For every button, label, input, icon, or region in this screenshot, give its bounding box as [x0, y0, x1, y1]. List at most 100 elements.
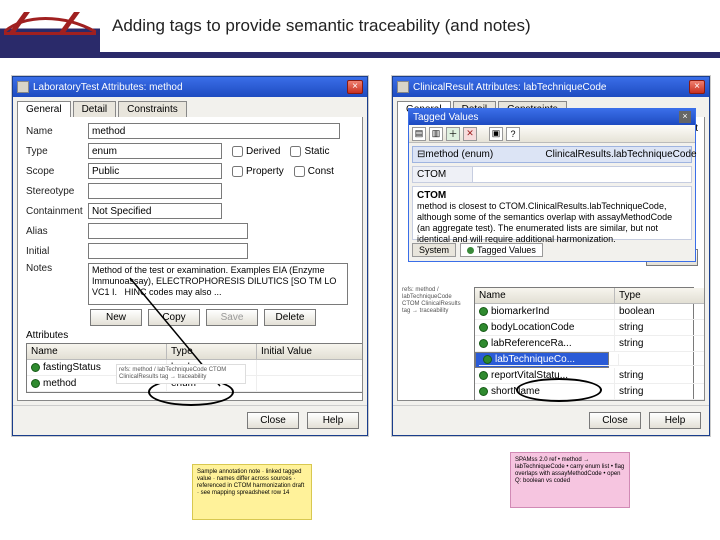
- copy-button[interactable]: Copy: [148, 309, 200, 326]
- property-check[interactable]: [232, 166, 243, 177]
- left-titlebar: LaboratoryTest Attributes: method ×: [13, 77, 367, 97]
- background-text: refs: method / labTechniqueCode CTOM Cli…: [116, 364, 246, 384]
- delete-icon[interactable]: ✕: [463, 127, 477, 141]
- save-button[interactable]: Save: [206, 309, 258, 326]
- help-button[interactable]: Help: [307, 412, 359, 429]
- type-label: Type: [26, 146, 88, 157]
- attribute-icon: [31, 379, 40, 388]
- cell-type: string: [615, 368, 705, 384]
- add-icon[interactable]: ＋: [446, 127, 460, 141]
- cell-name: labReferenceRa...: [491, 338, 572, 349]
- group-target: ClinicalResults.labTechniqueCode: [545, 149, 696, 160]
- toolbar-icon[interactable]: ▣: [489, 127, 503, 141]
- table-row-selected[interactable]: labTechniqueCo... string: [475, 352, 609, 368]
- cell-type: string: [619, 354, 705, 366]
- close-icon[interactable]: ×: [679, 111, 691, 123]
- containment-label: Containment: [26, 206, 88, 217]
- note-head: CTOM: [417, 190, 446, 201]
- left-title-text: LaboratoryTest Attributes: method: [33, 82, 183, 93]
- close-icon[interactable]: ×: [689, 80, 705, 94]
- cell-type: string: [615, 320, 705, 336]
- containment-select[interactable]: [88, 203, 222, 219]
- cell-name: labTechniqueCo...: [495, 354, 575, 365]
- tab-system[interactable]: System: [412, 243, 456, 257]
- left-panel: Name Type Derived Static Scope Property …: [17, 117, 363, 401]
- tab-constraints[interactable]: Constraints: [118, 101, 187, 117]
- slide-header: Adding tags to provide semantic traceabi…: [0, 0, 720, 58]
- left-tabs: General Detail Constraints: [13, 97, 367, 117]
- derived-label: Derived: [246, 146, 280, 157]
- cell-initial: [257, 376, 363, 392]
- bridge-icon: [4, 4, 96, 48]
- right-footer: Close Help: [393, 405, 709, 435]
- alias-label: Alias: [26, 226, 88, 237]
- sticky-note-pink: SPAMss 2.0 ref • method → labTechniqueCo…: [510, 452, 630, 508]
- cell-name: fastingStatus: [43, 362, 101, 373]
- attribute-icon: [479, 339, 488, 348]
- help-icon[interactable]: ?: [506, 127, 520, 141]
- attribute-icon: [31, 363, 40, 372]
- status-dot-icon: [467, 247, 474, 254]
- new-button[interactable]: New: [90, 309, 142, 326]
- tag-value[interactable]: [472, 166, 692, 183]
- col-type[interactable]: Type: [615, 288, 705, 304]
- close-icon[interactable]: ×: [347, 80, 363, 94]
- const-check[interactable]: [294, 166, 305, 177]
- cell-initial: [257, 360, 363, 376]
- table-row[interactable]: labReferenceRa... string: [475, 336, 693, 352]
- logo: [0, 0, 100, 52]
- initial-label: Initial: [26, 246, 88, 257]
- table-row[interactable]: biomarkerInd boolean: [475, 304, 693, 320]
- tagged-note: CTOM method is closest to CTOM.ClinicalR…: [412, 186, 692, 240]
- tagged-values-window: Tagged Values × ▤ ▥ ＋ ✕ ▣ ? ⊟ method (en…: [408, 108, 696, 262]
- tagged-titlebar: Tagged Values ×: [409, 109, 695, 125]
- tagged-row[interactable]: CTOM: [412, 166, 692, 183]
- col-type[interactable]: Type: [167, 344, 257, 360]
- cell-type: string: [615, 336, 705, 352]
- col-name[interactable]: Name: [27, 344, 167, 360]
- sticky-note-yellow: Sample annotation note · linked tagged v…: [192, 464, 312, 520]
- attribute-icon: [479, 307, 488, 316]
- attribute-icon: [483, 355, 492, 364]
- initial-input[interactable]: [88, 243, 248, 259]
- notes-textarea[interactable]: [88, 263, 348, 305]
- scope-select[interactable]: [88, 163, 222, 179]
- tag-key: CTOM: [412, 166, 472, 183]
- close-button[interactable]: Close: [589, 412, 641, 429]
- col-initial[interactable]: Initial Value: [257, 344, 363, 360]
- attributes-label: Attributes: [26, 330, 354, 341]
- tagged-footer-tabs: System Tagged Values: [412, 243, 692, 257]
- alias-input[interactable]: [88, 223, 248, 239]
- static-label: Static: [304, 146, 329, 157]
- toolbar-icon[interactable]: ▤: [412, 127, 426, 141]
- close-button[interactable]: Close: [247, 412, 299, 429]
- window-app-icon: [397, 81, 409, 93]
- property-label: Property: [246, 166, 284, 177]
- help-button[interactable]: Help: [649, 412, 701, 429]
- attribute-icon: [479, 323, 488, 332]
- scope-label: Scope: [26, 166, 88, 177]
- col-name[interactable]: Name: [475, 288, 615, 304]
- static-check[interactable]: [290, 146, 301, 157]
- cell-name: method: [43, 378, 76, 389]
- tab-tagged-values[interactable]: Tagged Values: [460, 243, 543, 257]
- tab-general[interactable]: General: [17, 101, 71, 117]
- toolbar-icon[interactable]: ▥: [429, 127, 443, 141]
- window-app-icon: [17, 81, 29, 93]
- attribute-icon: [479, 387, 488, 396]
- delete-button[interactable]: Delete: [264, 309, 316, 326]
- stereotype-select[interactable]: [88, 183, 222, 199]
- name-label: Name: [26, 126, 88, 137]
- const-label: Const: [308, 166, 334, 177]
- tagged-toolbar: ▤ ▥ ＋ ✕ ▣ ?: [409, 125, 695, 143]
- cell-name: biomarkerInd: [491, 306, 549, 317]
- cell-type: boolean: [615, 304, 705, 320]
- type-select[interactable]: [88, 143, 222, 159]
- derived-check[interactable]: [232, 146, 243, 157]
- tab-label: Tagged Values: [477, 245, 536, 255]
- table-row[interactable]: bodyLocationCode string: [475, 320, 693, 336]
- tab-detail[interactable]: Detail: [73, 101, 117, 117]
- tagged-group-header[interactable]: ⊟ method (enum) ClinicalResults.labTechn…: [412, 146, 692, 163]
- note-body: method is closest to CTOM.ClinicalResult…: [417, 201, 672, 244]
- name-input[interactable]: [88, 123, 340, 139]
